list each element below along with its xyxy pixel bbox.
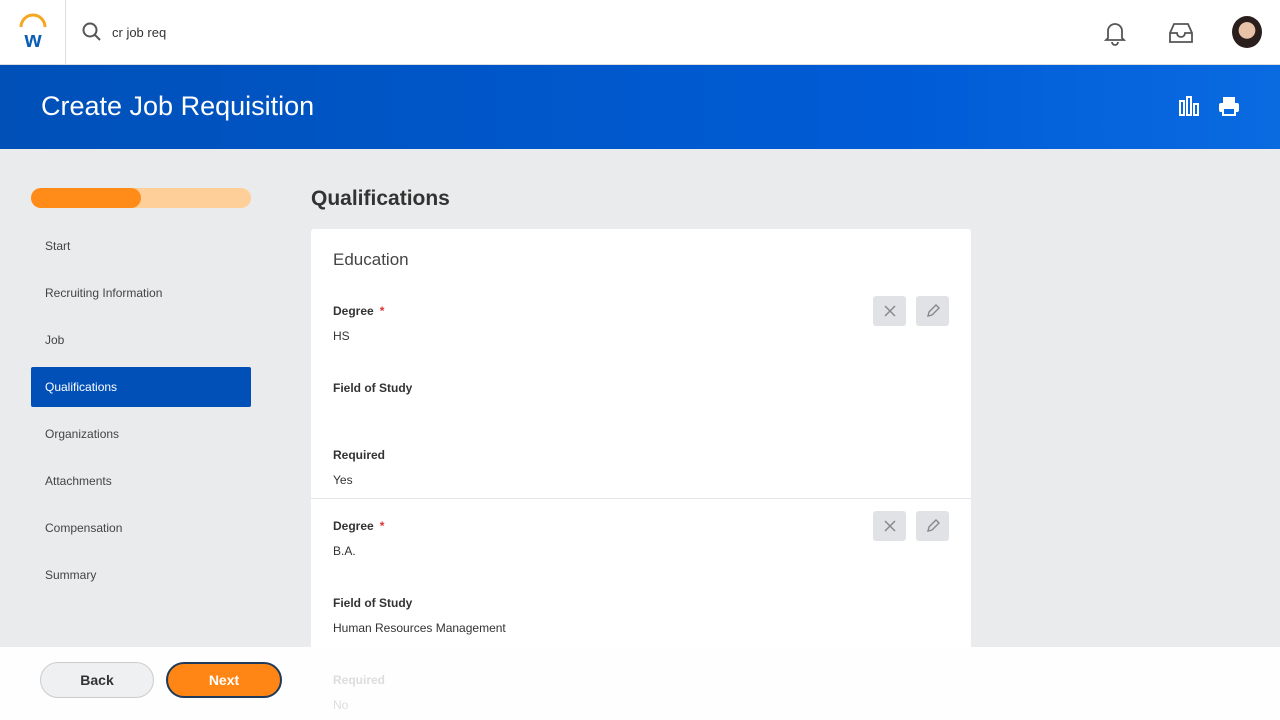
nav-item[interactable]: Organizations (31, 414, 251, 454)
step-nav: Start Recruiting Information Job Qualificat… (31, 226, 251, 602)
top-bar: w cr job req (0, 0, 1280, 65)
nav-item[interactable]: Recruiting Information (31, 273, 251, 313)
divider (311, 498, 971, 499)
edit-button[interactable] (916, 296, 949, 326)
avatar[interactable] (1232, 16, 1262, 48)
pencil-icon (926, 304, 940, 317)
nav-item[interactable]: Compensation (31, 508, 251, 548)
inbox-icon[interactable] (1168, 22, 1194, 44)
bell-icon[interactable] (1104, 20, 1126, 46)
required-value: Yes (333, 473, 353, 487)
field-value: Human Resources Management (333, 621, 506, 635)
page-title: Create Job Requisition (41, 91, 315, 121)
remove-button[interactable] (873, 296, 906, 326)
degree-value: B.A. (333, 544, 356, 558)
progress-bar (31, 188, 251, 208)
remove-button[interactable] (873, 511, 906, 541)
next-button[interactable]: Next (166, 662, 282, 698)
close-icon (883, 520, 896, 532)
degree-label: Degree * (333, 519, 385, 533)
section-title: Qualifications (311, 187, 450, 210)
required-label: Required (333, 448, 386, 462)
required-label: Required (333, 673, 386, 687)
nav-item[interactable]: Summary (31, 555, 251, 595)
workday-logo[interactable]: w (0, 0, 66, 65)
field-label: Field of Study (333, 381, 413, 395)
page-header: Create Job Requisition (0, 65, 1280, 149)
search-input[interactable]: cr job req (82, 22, 166, 42)
nav-item[interactable]: Qualifications (31, 367, 251, 407)
nav-item[interactable]: Job (31, 320, 251, 360)
nav-item[interactable]: Attachments (31, 461, 251, 501)
card-title: Education (333, 250, 409, 269)
field-label: Field of Study (333, 596, 413, 610)
education-card: Education Degree * HS Field of Study Requ… (311, 229, 971, 649)
search-value: cr job req (112, 24, 167, 40)
close-icon (883, 305, 896, 317)
back-button[interactable]: Back (40, 662, 154, 698)
edit-button[interactable] (916, 511, 949, 541)
print-icon[interactable] (1218, 95, 1240, 117)
nav-item[interactable]: Start (31, 226, 251, 266)
progress-fill (31, 188, 141, 208)
pencil-icon (926, 519, 940, 532)
degree-value: HS (333, 329, 350, 343)
chart-icon[interactable] (1178, 95, 1200, 117)
footer-bar: Required No Back Next (0, 647, 1280, 720)
search-icon (82, 22, 101, 41)
svg-text:w: w (23, 27, 42, 52)
required-value: No (333, 698, 349, 712)
degree-label: Degree * (333, 304, 385, 318)
